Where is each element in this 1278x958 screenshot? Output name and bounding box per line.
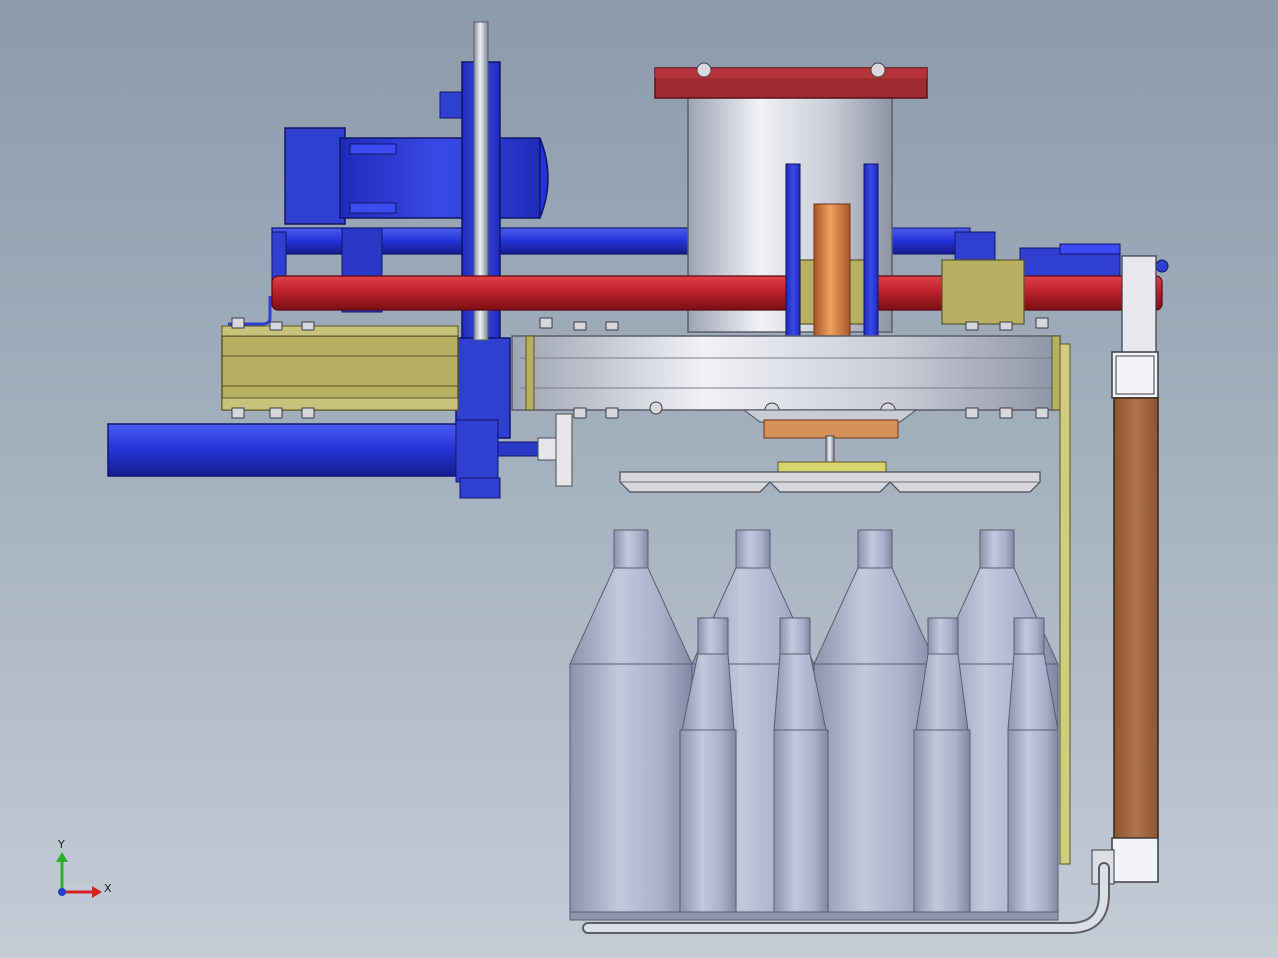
profile-bracket [537,413,573,487]
triad-x-label: X [104,882,112,895]
horizontal-red-tube[interactable] [271,275,1163,311]
linear-rail-left[interactable] [221,325,459,411]
main-beam[interactable] [511,335,1061,411]
side-guide-plate [1059,343,1071,865]
coordinate-triad [56,852,102,898]
gripper-plates[interactable] [619,471,1041,493]
z-axis-dot [58,888,66,896]
cad-viewport[interactable]: Y X [0,0,1278,958]
bottle-group[interactable] [569,529,1059,921]
pneumatic-cylinder[interactable] [107,419,539,499]
support-column[interactable] [1091,255,1159,885]
bottle[interactable] [569,529,693,919]
gripper-head[interactable] [742,409,918,473]
assembly-model[interactable] [0,0,1278,958]
triad-y-label: Y [58,838,65,851]
